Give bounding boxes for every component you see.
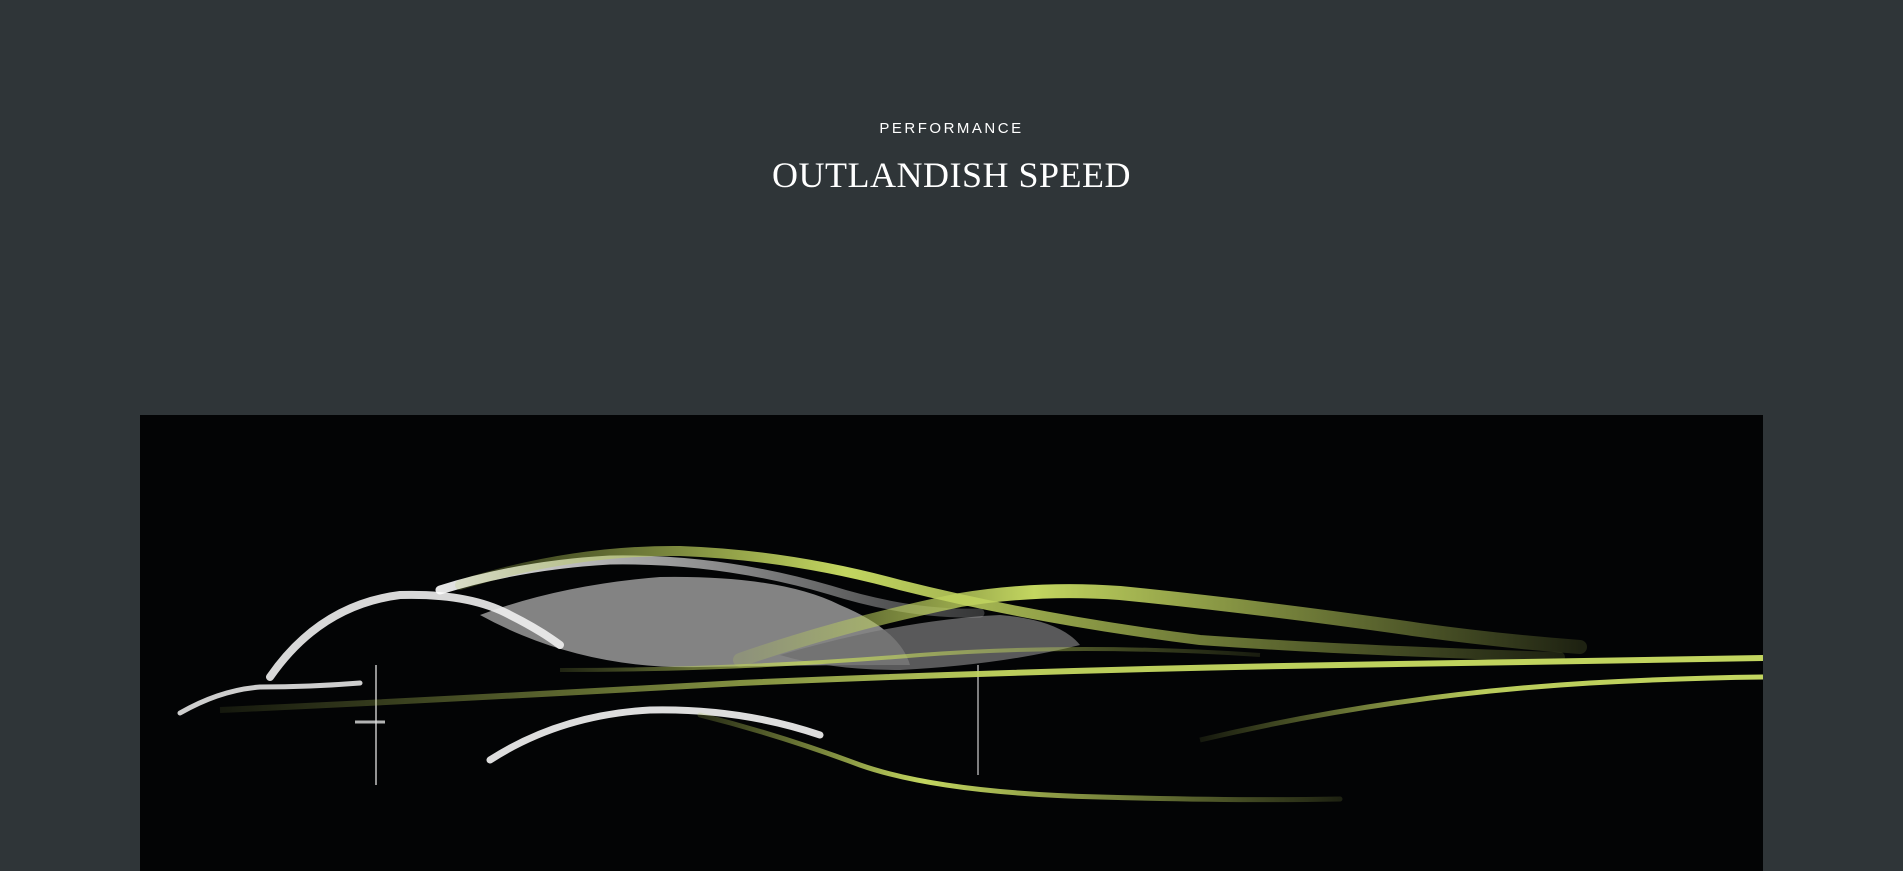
- section-eyebrow: PERFORMANCE: [879, 120, 1024, 137]
- car-sketch-illustration: [177, 545, 1763, 803]
- hero-image: [140, 415, 1763, 871]
- lower-right-green-line: [1199, 674, 1763, 743]
- section-title: OUTLANDISH SPEED: [772, 155, 1131, 195]
- belt-green-line: [219, 655, 1763, 713]
